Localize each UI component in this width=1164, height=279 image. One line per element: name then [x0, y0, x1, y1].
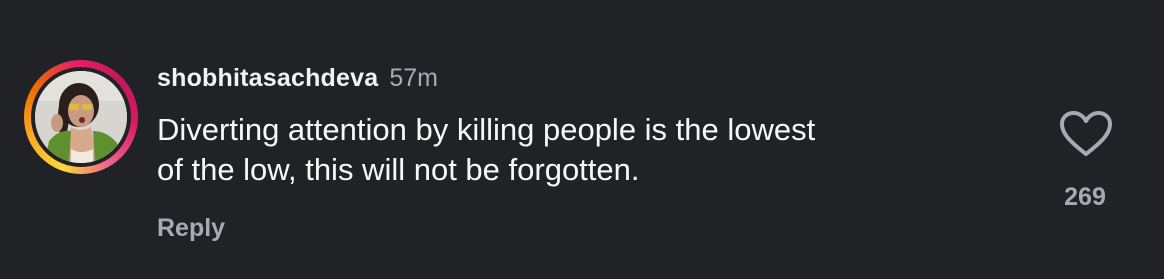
- avatar-photo: [35, 71, 127, 163]
- heart-outline-icon[interactable]: [1059, 110, 1113, 158]
- comment-text-line-1: Diverting attention by killing people is…: [157, 112, 816, 147]
- like-count: 269: [1064, 183, 1106, 211]
- reply-button[interactable]: Reply: [157, 214, 225, 243]
- avatar-gap: [31, 67, 131, 167]
- comment-text-line-2: of the low, this will not be forgotten.: [157, 152, 640, 187]
- avatar[interactable]: [35, 71, 127, 163]
- story-ring[interactable]: [24, 60, 138, 174]
- comment-item: shobhitasachdeva 57m Diverting attention…: [0, 0, 1164, 279]
- username[interactable]: shobhitasachdeva: [157, 64, 378, 93]
- comment-header: shobhitasachdeva 57m: [157, 64, 438, 98]
- comment-text: Diverting attention by killing people is…: [157, 110, 1017, 190]
- timestamp: 57m: [389, 64, 438, 92]
